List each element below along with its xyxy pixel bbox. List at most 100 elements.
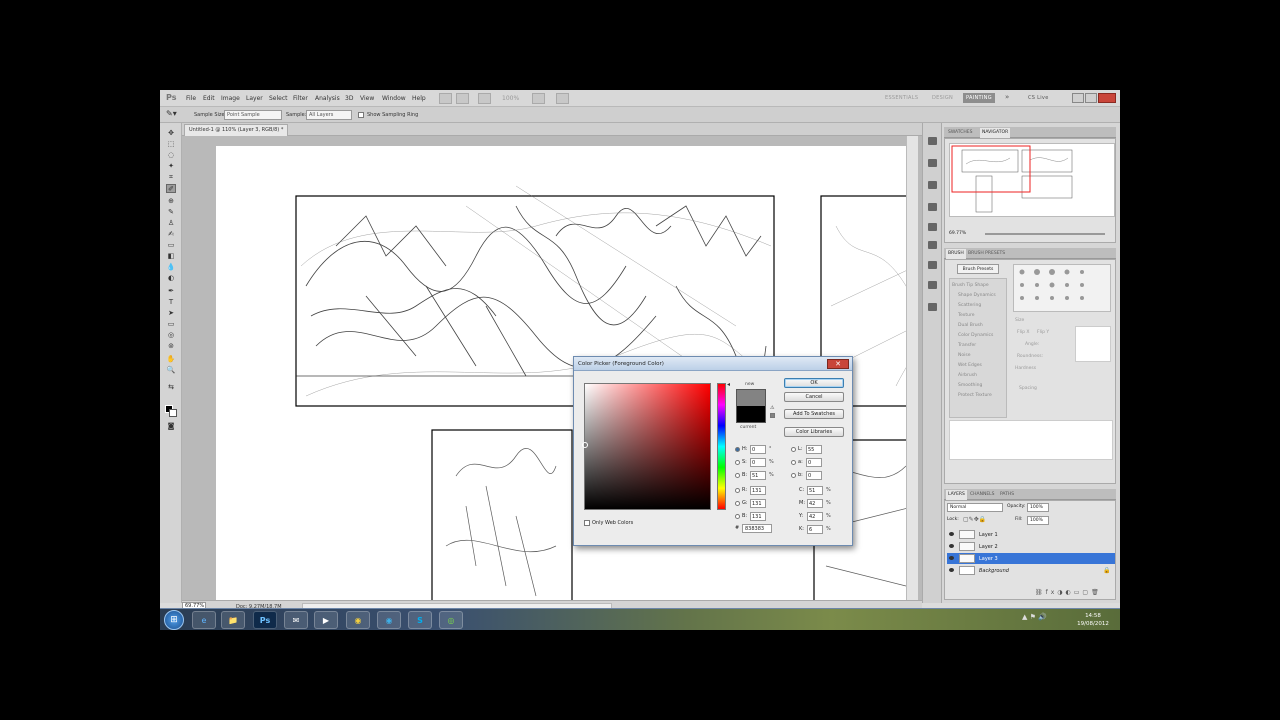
green-input[interactable]: 131 bbox=[750, 499, 766, 508]
quick-select-tool-icon[interactable]: ✦ bbox=[166, 162, 176, 171]
brightness-input[interactable]: 51 bbox=[750, 471, 766, 480]
move-tool-icon[interactable]: ✥ bbox=[166, 129, 176, 138]
layers-footer-buttons[interactable]: ⛓fx◑◐▭▢🗑 bbox=[1035, 589, 1102, 596]
hand-tool-icon[interactable]: ✋ bbox=[166, 355, 176, 364]
hue-slider[interactable] bbox=[717, 383, 726, 510]
minimize-button[interactable] bbox=[1072, 93, 1084, 103]
navigator-zoom-slider[interactable] bbox=[985, 233, 1105, 235]
web-safe-cube-icon[interactable] bbox=[770, 413, 775, 418]
info-panel-icon[interactable] bbox=[928, 261, 937, 269]
system-tray[interactable]: ▲ ⚑ 🔊 bbox=[1022, 613, 1062, 627]
clone-stamp-tool-icon[interactable]: ♙ bbox=[166, 219, 176, 228]
sample-size-select[interactable]: Point Sample bbox=[224, 110, 282, 120]
saturation-radio[interactable] bbox=[735, 460, 740, 465]
app-icon[interactable]: ◎ bbox=[439, 611, 463, 629]
eyedropper-preset-icon[interactable]: ✎▾ bbox=[166, 109, 177, 118]
tab-brush-presets[interactable]: BRUSH PRESETS bbox=[966, 249, 1007, 259]
blend-mode-select[interactable]: Normal bbox=[947, 503, 1003, 512]
menu-3d[interactable]: 3D bbox=[345, 95, 353, 102]
flip-y-checkbox[interactable]: Flip Y bbox=[1037, 330, 1049, 335]
workspace-design[interactable]: DESIGN bbox=[932, 95, 953, 101]
brush-tool-icon[interactable]: ✎ bbox=[166, 208, 176, 217]
opacity-field[interactable]: 100% bbox=[1027, 503, 1049, 512]
only-web-colors-checkbox[interactable] bbox=[584, 520, 590, 526]
arrange-documents-button[interactable] bbox=[532, 93, 545, 104]
eraser-tool-icon[interactable]: ▭ bbox=[166, 241, 176, 250]
lab-a-radio[interactable] bbox=[791, 460, 796, 465]
brush-option-7[interactable]: Noise bbox=[958, 353, 970, 358]
vertical-scrollbar[interactable] bbox=[906, 136, 918, 600]
marquee-tool-icon[interactable]: ⬚ bbox=[166, 140, 176, 149]
eye-icon[interactable] bbox=[949, 532, 954, 536]
fill-field[interactable]: 100% bbox=[1027, 516, 1049, 525]
cyan-input[interactable]: 51 bbox=[807, 486, 823, 495]
show-ring-checkbox[interactable] bbox=[358, 112, 364, 118]
tab-channels[interactable]: CHANNELS bbox=[968, 490, 997, 500]
blue-input[interactable]: 131 bbox=[750, 512, 766, 521]
menu-view[interactable]: View bbox=[360, 95, 374, 102]
brush-option-5[interactable]: Color Dynamics bbox=[958, 333, 993, 338]
cs-live-menu[interactable]: CS Live bbox=[1028, 95, 1049, 101]
lab-b-input[interactable]: 0 bbox=[806, 471, 822, 480]
pen-tool-icon[interactable]: ✒ bbox=[166, 287, 176, 296]
gradient-tool-icon[interactable]: ◧ bbox=[166, 252, 176, 261]
dialog-title-bar[interactable]: Color Picker (Foreground Color) ✕ bbox=[574, 357, 852, 371]
lab-l-input[interactable]: 55 bbox=[806, 445, 822, 454]
layer-row[interactable]: Layer 2 bbox=[947, 541, 1115, 552]
hex-input[interactable]: 838383 bbox=[742, 524, 772, 533]
flip-x-checkbox[interactable]: Flip X bbox=[1017, 330, 1029, 335]
type-tool-icon[interactable]: T bbox=[166, 298, 176, 307]
brush-option-6[interactable]: Transfer bbox=[958, 343, 976, 348]
saturation-input[interactable]: 0 bbox=[750, 458, 766, 467]
red-radio[interactable] bbox=[735, 488, 740, 493]
brush-option-9[interactable]: Airbrush bbox=[958, 373, 977, 378]
brightness-radio[interactable] bbox=[735, 473, 740, 478]
ok-button[interactable]: OK bbox=[784, 378, 844, 388]
blur-tool-icon[interactable]: 💧 bbox=[166, 263, 176, 272]
menu-layer[interactable]: Layer bbox=[246, 95, 263, 102]
zoom-level-select[interactable]: 100% bbox=[502, 95, 519, 102]
shape-tool-icon[interactable]: ▭ bbox=[166, 320, 176, 329]
tab-layers[interactable]: LAYERS bbox=[946, 490, 967, 500]
clock[interactable]: 14:58 19/08/2012 bbox=[1068, 612, 1118, 628]
brush-option-0[interactable]: Brush Tip Shape bbox=[952, 283, 989, 288]
brush-option-8[interactable]: Wet Edges bbox=[958, 363, 982, 368]
bridge-button[interactable] bbox=[439, 93, 452, 104]
red-input[interactable]: 131 bbox=[750, 486, 766, 495]
lasso-tool-icon[interactable]: ◌ bbox=[166, 151, 176, 160]
photoshop-taskbar-icon[interactable]: Ps bbox=[253, 611, 277, 629]
menu-edit[interactable]: Edit bbox=[203, 95, 215, 102]
navigator-preview[interactable] bbox=[949, 143, 1115, 217]
mail-icon[interactable]: ✉ bbox=[284, 611, 308, 629]
brush-angle-preview[interactable] bbox=[1075, 326, 1111, 362]
workspace-essentials[interactable]: ESSENTIALS bbox=[885, 95, 918, 101]
menu-help[interactable]: Help bbox=[412, 95, 426, 102]
color-picker-cursor[interactable] bbox=[582, 442, 588, 448]
close-button[interactable] bbox=[1098, 93, 1116, 103]
start-button[interactable]: ⊞ bbox=[164, 610, 184, 630]
layer-row-selected[interactable]: Layer 3 bbox=[947, 553, 1115, 564]
background-color-swatch[interactable] bbox=[169, 409, 177, 417]
workspace-painting[interactable]: PAINTING bbox=[963, 93, 995, 103]
lab-a-input[interactable]: 0 bbox=[806, 458, 822, 467]
tab-swatches[interactable]: SWATCHES bbox=[946, 128, 975, 138]
layer-row-background[interactable]: Background 🔒 bbox=[947, 565, 1115, 576]
maximize-button[interactable] bbox=[1085, 93, 1097, 103]
menu-select[interactable]: Select bbox=[269, 95, 288, 102]
adjustments-icon[interactable] bbox=[928, 223, 937, 231]
black-input[interactable]: 6 bbox=[807, 525, 823, 534]
3d-orbit-tool-icon[interactable]: ⊚ bbox=[166, 342, 176, 351]
current-color-swatch[interactable] bbox=[736, 406, 766, 423]
zoom-tool-icon[interactable]: 🔍 bbox=[166, 366, 176, 375]
lab-b-radio[interactable] bbox=[791, 473, 796, 478]
path-select-tool-icon[interactable]: ➤ bbox=[166, 309, 176, 318]
layer-row[interactable]: Layer 1 bbox=[947, 529, 1115, 540]
crop-tool-icon[interactable]: ⌗ bbox=[166, 173, 176, 182]
eye-icon[interactable] bbox=[949, 568, 954, 572]
document-tab[interactable]: Untitled-1 @ 110% (Layer 3, RGB/8) * bbox=[184, 124, 289, 136]
cancel-button[interactable]: Cancel bbox=[784, 392, 844, 402]
brush-option-2[interactable]: Scattering bbox=[958, 303, 981, 308]
workspace-more[interactable]: » bbox=[1005, 93, 1010, 101]
view-extras-button[interactable] bbox=[478, 93, 491, 104]
character-panel-icon[interactable] bbox=[928, 281, 937, 289]
